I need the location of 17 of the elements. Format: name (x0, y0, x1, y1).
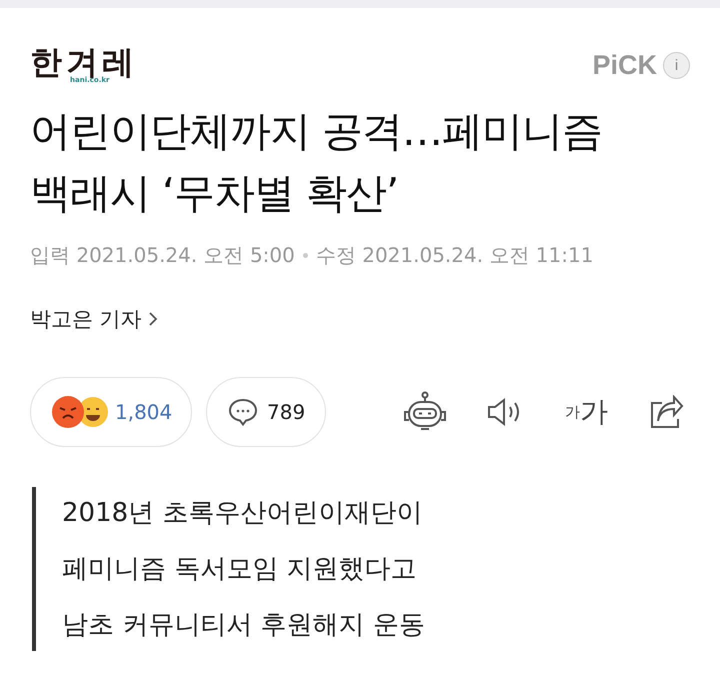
reaction-button[interactable]: 1,804 (30, 377, 192, 447)
comment-button[interactable]: 789 (206, 377, 326, 447)
chevron-right-icon[interactable] (148, 311, 158, 327)
separator-dot (302, 253, 308, 258)
reporter-name[interactable]: 박고은 기자 (30, 305, 142, 333)
reaction-emoji-icon (51, 395, 109, 429)
comment-icon (227, 397, 259, 427)
robot-icon[interactable] (403, 391, 447, 433)
pick-label: PiCK (592, 50, 657, 80)
summary-line: 남초 커뮤니티서 후원해지 운동 (62, 609, 426, 642)
logo[interactable]: 한겨레 (30, 46, 138, 78)
summary-line: 2018년 초록우산어린이재단이 (62, 497, 424, 530)
summary-line: 페미니즘 독서모임 지원했다고 (62, 553, 418, 586)
input-date: 입력 2021.05.24. 오전 5:00 (30, 242, 295, 269)
share-icon[interactable] (648, 395, 684, 429)
headline: 어린이단체까지 공격…페미니즘 백래시 ‘무차별 확산’ (30, 106, 604, 219)
edit-date: 수정 2021.05.24. 오전 11:11 (316, 242, 594, 269)
